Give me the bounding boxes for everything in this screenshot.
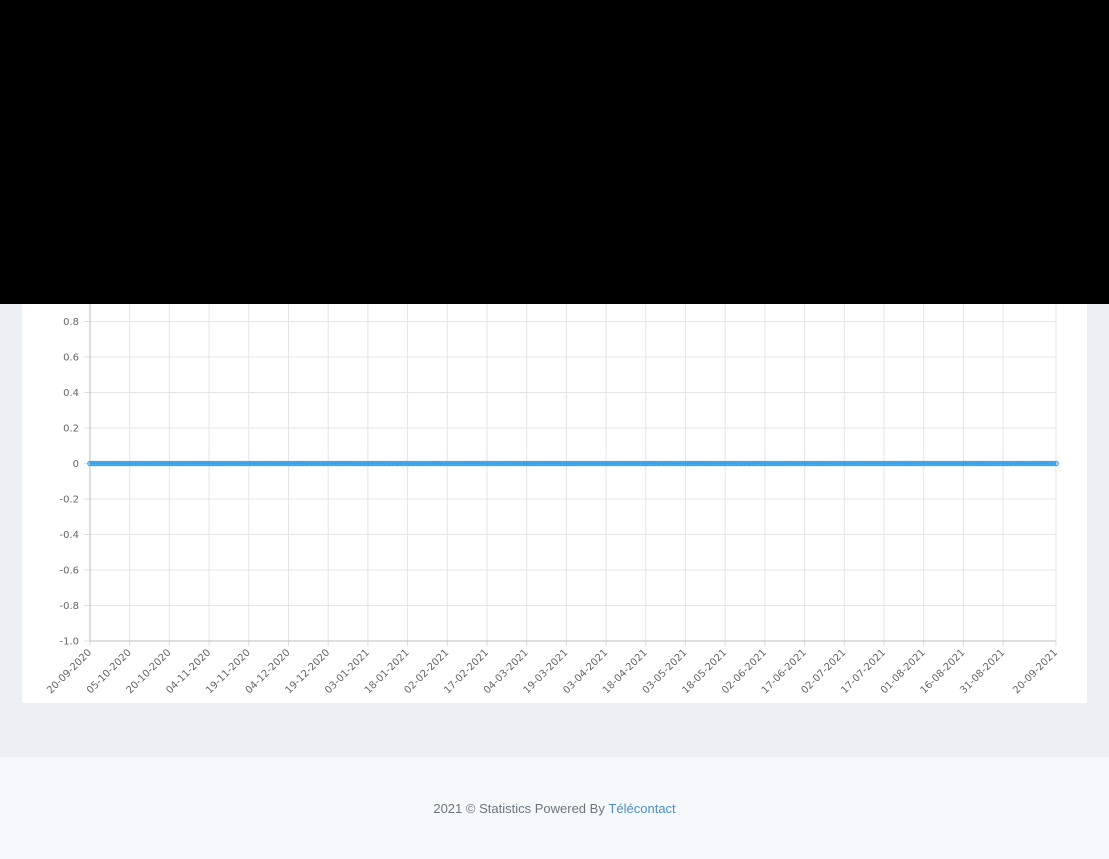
x-tick-label: 20-09-2021 bbox=[1011, 647, 1060, 696]
y-tick-label: -1.0 bbox=[59, 637, 79, 648]
y-tick-label: 0.2 bbox=[63, 424, 79, 435]
redacted-area bbox=[0, 0, 1109, 304]
y-tick-label: 0.6 bbox=[63, 353, 79, 364]
y-tick-label: -0.8 bbox=[59, 601, 79, 612]
y-tick-label: 0.4 bbox=[63, 388, 79, 399]
y-tick-label: -0.6 bbox=[59, 566, 79, 577]
y-tick-label: -0.4 bbox=[59, 530, 79, 541]
x-axis-tick-labels: 20-09-202005-10-202020-10-202004-11-2020… bbox=[45, 647, 1060, 696]
footer: 2021 © Statistics Powered By Télécontact bbox=[0, 757, 1109, 859]
y-tick-label: 0 bbox=[73, 459, 79, 470]
footer-year: 2021 bbox=[433, 800, 463, 816]
y-tick-label: 0.8 bbox=[63, 317, 79, 328]
copyright-symbol: © bbox=[465, 800, 476, 816]
series bbox=[87, 460, 1059, 467]
y-tick-label: -0.2 bbox=[59, 495, 79, 506]
telecontact-link[interactable]: Télécontact bbox=[608, 801, 675, 816]
footer-powered-by: Statistics Powered By bbox=[479, 800, 605, 816]
data-point bbox=[1053, 460, 1059, 467]
y-axis-tick-labels: 0.8 0.6 0.4 0.2 0 -0.2 -0.4 -0.6 -0.8 -1.0 bbox=[59, 317, 79, 648]
